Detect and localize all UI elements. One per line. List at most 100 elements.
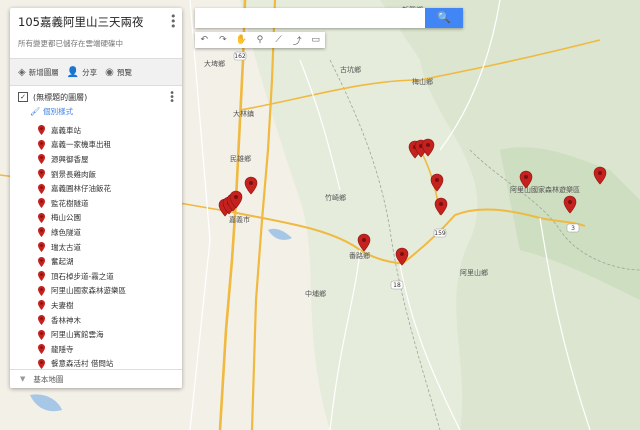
map-pin-icon [38,344,45,355]
place-name: 龍隱寺 [51,344,74,354]
add-layer-button[interactable]: ◈ 新增圖層 [18,67,59,78]
place-name: 劉景長雞肉飯 [51,169,96,179]
place-item[interactable]: 嘉義一家機車出租 [38,138,176,153]
search-box: 🔍 [195,8,463,28]
map-place-label: 大埤鄉 [204,59,225,68]
map-place-label: 中埔鄉 [305,289,326,298]
place-name: 香林神木 [51,315,81,325]
map-place-label: 大林鎮 [233,109,254,118]
map-pin-icon [38,358,45,369]
map-pin-icon [38,256,45,267]
map-toolbar: ↶ ↷ ✋ ⚲ ⟋ ⤴ ▭ [195,32,325,48]
map-place-label: 阿里山鄉 [460,268,488,277]
place-item[interactable]: 夫妻樹 [38,298,176,313]
place-name: 嘉義車站 [51,125,81,135]
map-pin-icon [38,183,45,194]
place-item[interactable]: 綠色隧道 [38,225,176,240]
expand-arrow-icon: ▼ [20,375,26,383]
map-place-label: 梅山鄉 [412,77,433,86]
base-map-label: 基本地圖 [33,374,64,384]
place-name: 嘉義一家機車出租 [51,140,111,150]
map-place-label: 阿里山國家森林遊樂區 [510,185,580,194]
place-item[interactable]: 源興御香屋 [38,152,176,167]
preview-label: 預覽 [116,67,132,77]
layer-section: ✓ (無標題的圖層) • • • 🖌 個別樣式 嘉義車站嘉義一家機車出租 源興御香屋劉… [10,86,182,371]
place-item[interactable]: 監花樹隧道 [38,196,176,211]
place-name: 頂石棹步道-霧之道 [51,271,114,281]
place-name: 阿里山國家森林遊樂區 [51,286,126,296]
hand-icon[interactable]: ✋ [234,35,249,45]
place-name: 梅山公園 [51,213,81,223]
map-pin-icon [38,169,45,180]
share-label: 分享 [82,67,98,77]
svg-text:3: 3 [571,225,575,232]
layer-name[interactable]: (無標題的圖層) [33,92,87,103]
place-name: 源興御香屋 [51,154,89,164]
place-item[interactable]: 香林神木 [38,313,176,328]
place-item[interactable]: 劉景長雞肉飯 [38,167,176,182]
map-title[interactable]: 105嘉義阿里山三天兩夜 [18,14,174,30]
place-name: 嘉義圓林仔油飯花 [51,184,111,194]
search-input[interactable] [195,8,427,28]
panel-actions: ◈ 新增圖層 👤 分享 ◉ 預覽 [10,58,182,86]
layers-icon: ◈ [18,66,26,78]
search-button[interactable]: 🔍 [425,8,463,28]
map-pin-icon [38,212,45,223]
individual-styles-link[interactable]: 🖌 個別樣式 [30,106,176,117]
map-pin-icon [38,125,45,136]
search-icon: 🔍 [437,11,451,24]
more-options-icon[interactable]: • • • [170,11,177,32]
undo-icon[interactable]: ↶ [197,35,212,45]
place-name: 餐意森活村 借問站 [51,359,114,369]
add-person-icon: 👤 [66,66,80,78]
save-status-text: 所有變更都已儲存在雲端硬碟中 [18,39,123,48]
route-shield: 3 [566,223,580,233]
add-layer-label: 新增圖層 [28,67,59,77]
map-sidebar-panel: 105嘉義阿里山三天兩夜 所有變更都已儲存在雲端硬碟中 • • • ◈ 新增圖層 👤… [10,8,182,388]
map-pin-icon [38,300,45,311]
paint-roller-icon: 🖌 [30,107,41,116]
map-pin-icon [38,227,45,238]
place-item[interactable]: 梅山公園 [38,211,176,226]
redo-icon[interactable]: ↷ [215,35,230,45]
layer-options-icon[interactable]: • • • [169,89,175,107]
place-name: 夫妻樹 [51,300,74,310]
place-item[interactable]: 龍隱寺 [38,342,176,357]
map-place-label: 番路鄉 [349,251,370,260]
map-pin-icon [38,198,45,209]
ruler-icon[interactable]: ▭ [308,35,323,45]
panel-header: 105嘉義阿里山三天兩夜 所有變更都已儲存在雲端硬碟中 • • • [10,8,182,58]
place-item[interactable]: 阿里山賓館雲海 [38,327,176,342]
layer-visibility-checkbox[interactable]: ✓ [18,92,28,102]
svg-text:18: 18 [393,282,401,289]
map-pin-icon [38,154,45,165]
place-item[interactable]: 阿里山國家森林遊樂區 [38,284,176,299]
eye-icon: ◉ [105,66,114,78]
place-name: 奮起湖 [51,257,74,267]
individual-styles-label: 個別樣式 [43,107,74,116]
base-map-section[interactable]: ▼ 基本地圖 [10,369,182,388]
place-item[interactable]: 頂石棹步道-霧之道 [38,269,176,284]
share-button[interactable]: 👤 分享 [67,67,97,78]
map-pin-icon [38,242,45,253]
route-shield: 162 [233,51,247,61]
places-list: 嘉義車站嘉義一家機車出租 源興御香屋劉景長雞肉飯嘉義圓林仔油飯花監花樹隧道梅山公園… [18,123,176,371]
svg-text:162: 162 [234,53,246,60]
map-place-label: 民雄鄉 [230,154,251,163]
map-place-label: 古坑鄉 [340,65,361,74]
place-item[interactable]: 嘉義車站 [38,123,176,138]
route-shield: 159 [433,228,447,238]
place-name: 阿里山賓館雲海 [51,330,104,340]
place-item[interactable]: 瑞太古道 [38,240,176,255]
map-place-label: 竹崎鄉 [325,193,346,202]
marker-icon[interactable]: ⚲ [252,35,267,45]
place-item[interactable]: 嘉義圓林仔油飯花 [38,181,176,196]
place-item[interactable]: 奮起湖 [38,254,176,269]
draw-line-icon[interactable]: ⟋ [271,35,286,45]
place-name: 綠色隧道 [51,227,81,237]
preview-button[interactable]: ◉ 預覽 [105,67,132,78]
directions-icon[interactable]: ⤴ [290,34,305,47]
map-pin-icon [38,271,45,282]
map-place-label: 嘉義市 [229,215,250,224]
map-pin-icon [38,285,45,296]
